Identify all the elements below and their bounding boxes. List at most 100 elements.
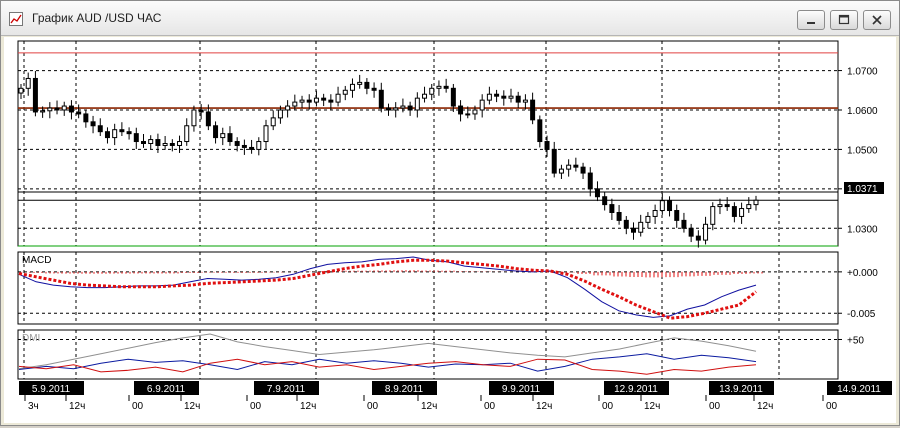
window-title: График AUD /USD ЧАС [32,11,162,25]
price-tick-label: 1.0300 [847,224,878,235]
candle-body [270,117,276,127]
candle-body [710,206,716,225]
candle-body [104,131,110,139]
candle-body [429,87,435,95]
candle-body [703,223,709,241]
date-label: 7.9.2011 [267,384,306,395]
time-sublabel: 00 [250,401,262,412]
candle-body [364,81,370,89]
candle-body [25,77,31,89]
candle-body [220,133,226,139]
minimize-button[interactable] [797,10,825,30]
title-bar[interactable]: График AUD /USD ЧАС [1,1,899,36]
candle-body [119,129,125,133]
candle-body [141,141,146,145]
time-sublabel: 12ч [300,401,316,412]
candle-body [667,200,673,212]
candle-body [580,166,586,174]
candle-body [479,99,485,111]
candle-body [407,105,413,111]
macd-title: MACD [22,255,51,266]
candle-body [285,105,291,111]
candle-body [515,95,521,103]
candle-body [623,219,629,229]
candle-body [299,99,305,103]
candle-body [638,221,644,233]
macd-pane: +0.000 -0.005 MACD [17,251,878,325]
candle-body [357,81,363,85]
candle-body [688,227,694,237]
candle-body [443,85,449,89]
candle-body [609,204,615,213]
candle-body [731,206,737,217]
candle-body [587,172,593,190]
time-sublabel: 12ч [644,401,660,412]
date-label: 5.9.2011 [32,384,71,395]
candle-body [631,227,636,233]
candle-body [386,107,391,111]
price-tick-label: 1.0600 [847,106,878,117]
candle-body [306,99,312,103]
candle-body [602,196,608,206]
time-sublabel: 12ч [757,401,773,412]
candle-body [508,95,514,99]
candle-body [241,144,247,148]
candle-body [47,107,53,112]
candle-body [566,164,572,170]
candle-body [68,105,74,113]
candle-body [90,121,96,127]
candle-body [126,131,132,135]
candle-body [313,97,319,103]
time-sublabel: 00 [132,401,144,412]
candle-body [184,125,190,143]
candle-body [472,109,478,115]
candle-body [753,199,759,206]
date-label: 14.9.2011 [837,384,881,395]
candle-body [645,215,651,223]
time-axis: 5.9.2011 6.9.2011 7.9.2011 8.9.2011 9.9.2011… [19,381,892,412]
time-sublabel: 00 [484,401,496,412]
macd-tick-label: -0.005 [847,309,876,320]
candle-body [537,119,543,143]
candle-body [659,200,665,212]
candle-body [155,139,161,146]
candle-body [191,109,197,127]
candle-body [544,141,550,150]
candle-body [378,89,384,109]
close-button[interactable] [863,10,891,30]
price-axis: 1.07001.06001.05001.04001.0300 [838,67,878,235]
macd-axis: +0.000 -0.005 [838,268,878,320]
candle-body [558,168,564,174]
candle-body [349,83,355,91]
dmi-tick-label: +50 [847,335,864,346]
candle-body [458,105,464,115]
candle-body [97,125,103,133]
candle-body [54,107,60,111]
candle-body [695,235,701,241]
candle-body [321,97,327,101]
candle-body [162,143,168,146]
candle-body [414,97,420,111]
candle-body [573,164,579,168]
candle-body [465,113,471,116]
candle-body [18,87,24,94]
time-sublabel: 00 [367,401,379,412]
close-icon [872,15,882,25]
candle-body [422,93,428,99]
candle-body [40,110,46,113]
candle-body [594,188,600,198]
macd-tick-label: +0.000 [847,268,878,279]
candle-body [400,105,406,109]
candle-body [234,141,240,146]
minimize-icon [807,22,815,24]
chart-canvas[interactable]: 1.07001.06001.05001.04001.0300 1.0371 +0… [4,37,896,423]
candle-body [450,87,456,107]
time-sublabel: 12ч [421,401,437,412]
candle-body [486,93,492,101]
candle-body [83,113,89,123]
candle-body [436,85,442,89]
candle-body [522,99,528,103]
maximize-button[interactable] [830,10,858,30]
dmi-axis: +50 [838,335,864,346]
candle-body [256,141,262,150]
